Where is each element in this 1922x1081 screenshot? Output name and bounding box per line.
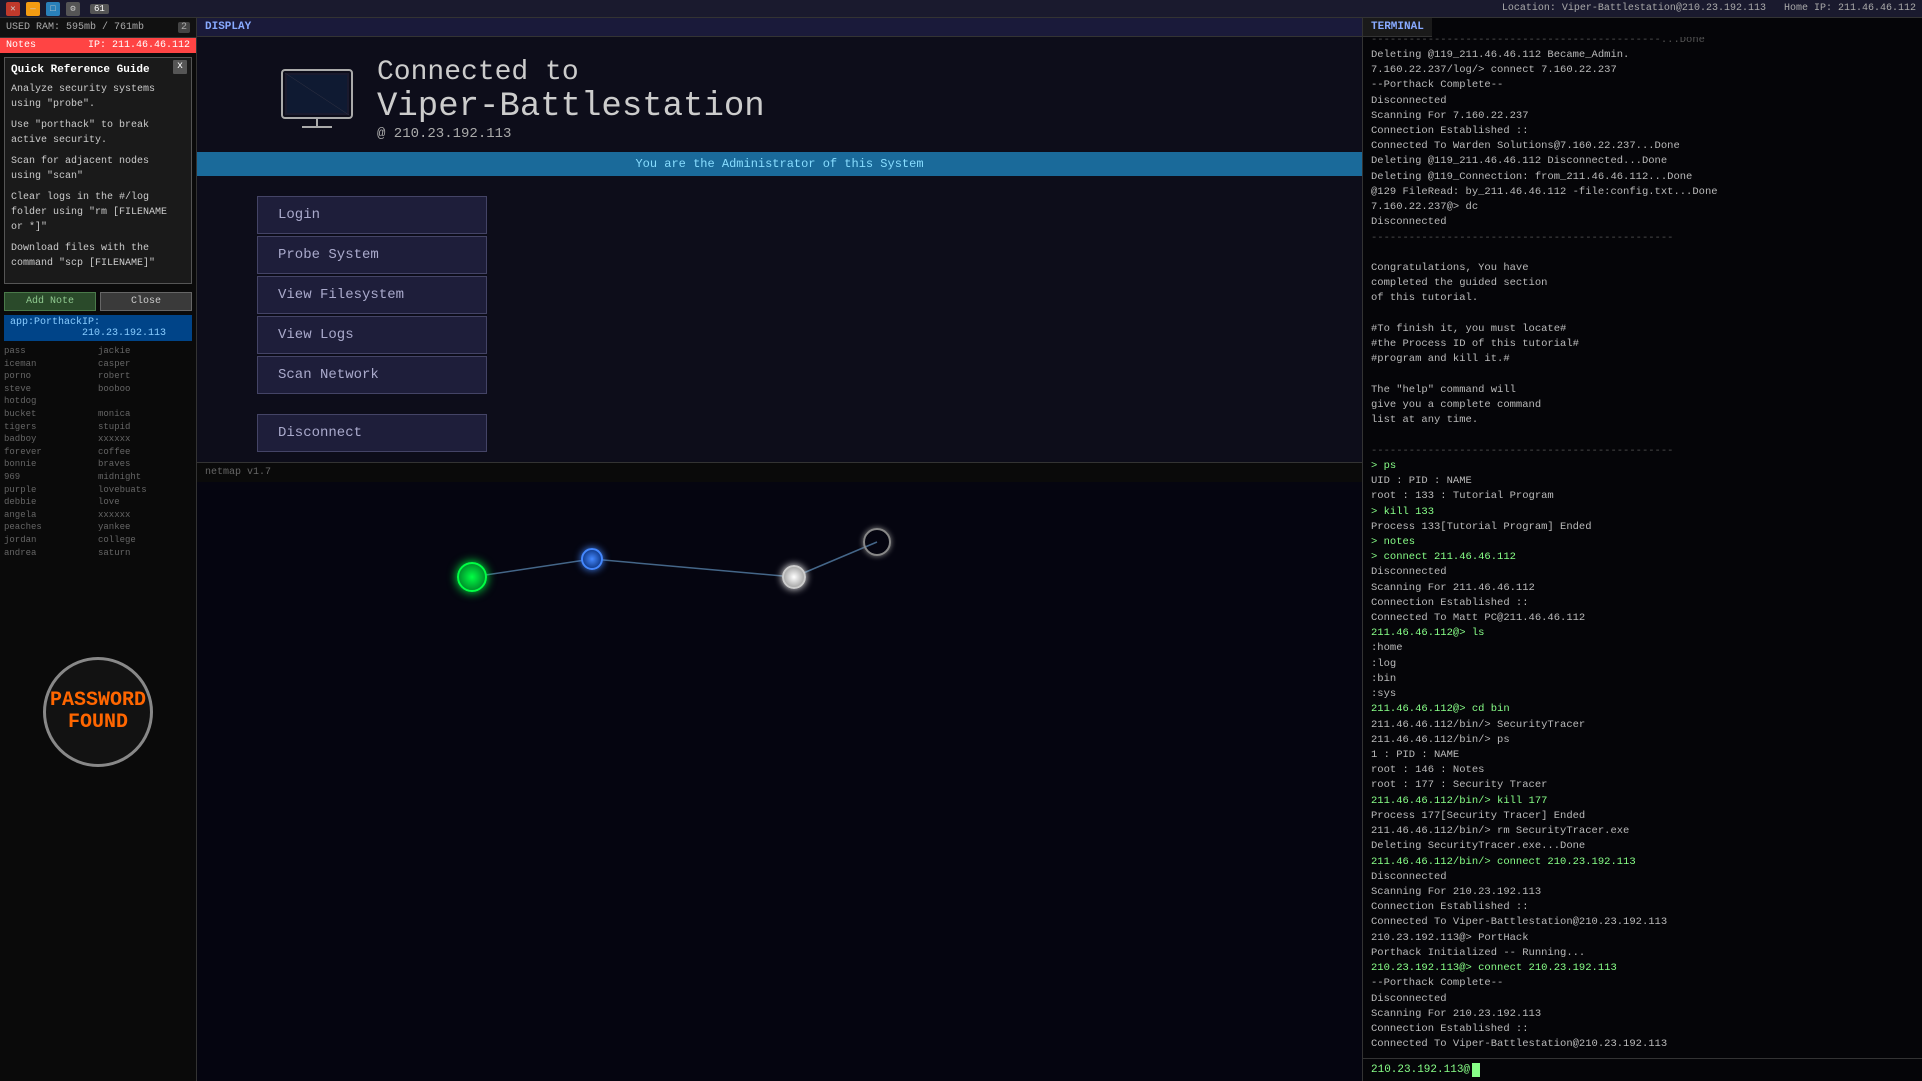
top-bar: ✕ — □ ⚙ 61 Location: Viper-Battlestation… <box>0 0 1922 18</box>
terminal-prompt-label: 210.23.192.113@ <box>1371 1064 1470 1076</box>
active-process-ip: IP: 210.23.192.113 <box>82 317 186 339</box>
password-found-text: PASSWORD FOUND <box>50 690 146 734</box>
ram-label: USED RAM: 595mb / 761mb <box>6 22 144 33</box>
admin-banner: You are the Administrator of this System <box>197 152 1362 176</box>
active-process-bar: app:Porthack IP: 210.23.192.113 <box>4 315 192 341</box>
target-name-label: Viper-Battlestation <box>377 88 765 126</box>
maximize-icon[interactable]: □ <box>46 2 60 16</box>
netmap-bar: netmap v1.7 <box>197 462 1362 482</box>
view-filesystem-button[interactable]: View Filesystem <box>257 276 487 314</box>
counter-badge: 61 <box>90 4 109 14</box>
quick-ref-box: x Quick Reference Guide Analyze security… <box>4 57 192 284</box>
note-buttons: Add Note Close <box>4 292 192 311</box>
ram-section: USED RAM: 595mb / 761mb 2 <box>0 18 196 38</box>
password-circle: PASSWORD FOUND <box>43 657 153 767</box>
password-area: passjackie icemancasper pornorobert stev… <box>0 343 196 1081</box>
notes-ip: IP: 211.46.46.112 <box>88 40 190 51</box>
disconnect-area: Disconnect <box>197 404 1362 462</box>
add-note-button[interactable]: Add Note <box>4 292 96 311</box>
connected-to-label: Connected to <box>377 57 765 88</box>
center-panel: DISPLAY Connected to Viper-Battlestation… <box>197 18 1362 1081</box>
network-map <box>197 482 1362 1081</box>
right-panel: TERMINAL Note: the wildcard "*" indicate… <box>1362 18 1922 1081</box>
notes-bar: Notes IP: 211.46.46.112 <box>0 38 196 53</box>
quick-ref-content: Analyze security systems using "probe". … <box>11 82 185 271</box>
location-text: Location: Viper-Battlestation@210.23.192… <box>1502 3 1916 14</box>
notes-label: Notes <box>6 40 36 51</box>
disconnect-button[interactable]: Disconnect <box>257 414 487 452</box>
terminal-input-row[interactable]: 210.23.192.113@ <box>1363 1058 1922 1081</box>
top-bar-left: ✕ — □ ⚙ 61 <box>6 2 109 16</box>
quick-ref-title: Quick Reference Guide <box>11 64 185 76</box>
gear-icon[interactable]: ⚙ <box>66 2 80 16</box>
terminal-output[interactable]: Note: the wildcard "*" indicates 'All'. … <box>1363 37 1922 1058</box>
target-ip-label: @ 210.23.192.113 <box>377 126 765 142</box>
ram-badge: 2 <box>178 22 190 33</box>
close-icon[interactable]: ✕ <box>6 2 20 16</box>
menu-buttons: Login Probe System View Filesystem View … <box>197 186 1362 404</box>
quick-ref-close[interactable]: x <box>173 60 187 74</box>
node-active[interactable] <box>782 565 806 589</box>
display-header: DISPLAY <box>197 18 1362 37</box>
view-logs-button[interactable]: View Logs <box>257 316 487 354</box>
connected-area: Connected to Viper-Battlestation @ 210.2… <box>197 37 1362 152</box>
connected-text: Connected to Viper-Battlestation @ 210.2… <box>377 57 765 142</box>
minimize-icon[interactable]: — <box>26 2 40 16</box>
scan-network-button[interactable]: Scan Network <box>257 356 487 394</box>
password-grid: passjackie icemancasper pornorobert stev… <box>0 343 196 561</box>
terminal-cursor <box>1472 1063 1480 1077</box>
main-layout: USED RAM: 595mb / 761mb 2 Notes IP: 211.… <box>0 18 1922 1081</box>
terminal-header-row: TERMINAL <box>1363 18 1922 37</box>
node-home[interactable] <box>457 562 487 592</box>
close-note-button[interactable]: Close <box>100 292 192 311</box>
node-lines <box>197 482 1362 1081</box>
active-process-label: app:Porthack <box>10 317 82 339</box>
password-found-overlay: PASSWORD FOUND <box>43 657 153 767</box>
terminal-header: TERMINAL <box>1363 18 1432 37</box>
node-1[interactable] <box>581 548 603 570</box>
computer-icon <box>277 65 357 135</box>
login-button[interactable]: Login <box>257 196 487 234</box>
probe-system-button[interactable]: Probe System <box>257 236 487 274</box>
left-panel: USED RAM: 595mb / 761mb 2 Notes IP: 211.… <box>0 18 197 1081</box>
node-ring[interactable] <box>863 528 891 556</box>
